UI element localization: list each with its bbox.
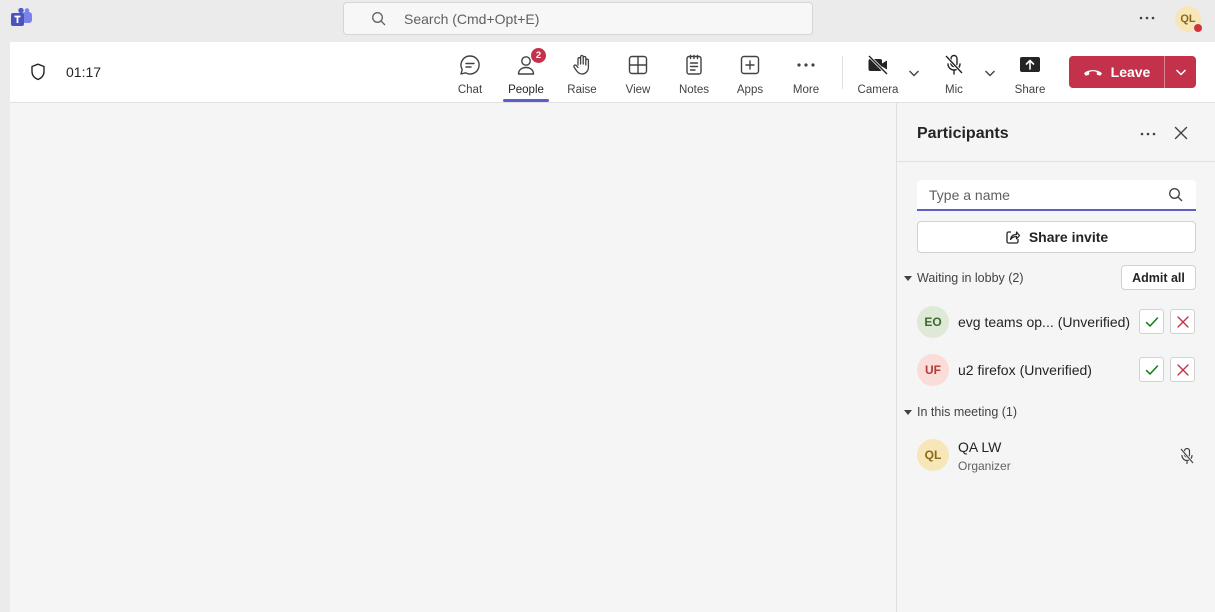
panel-more-options-button[interactable] [1137,127,1159,141]
shield-icon[interactable] [30,63,46,81]
participants-panel-header: Participants [897,103,1215,162]
more-horizontal-icon [1139,16,1155,20]
apps-button[interactable]: Apps [722,50,778,100]
meeting-toolbar: 01:17 Chat 2 People Raise View Notes App… [10,42,1215,103]
participant-search-box [917,180,1196,211]
lobby-section-toggle[interactable]: Waiting in lobby (2) [904,271,1024,285]
user-avatar[interactable]: QL [1175,6,1203,33]
meeting-timer: 01:17 [66,64,102,80]
global-search-box[interactable]: Search (Cmd+Opt+E) [343,2,813,35]
share-label: Share [1014,84,1046,96]
title-more-options-button[interactable] [1136,10,1158,26]
participant-role: Organizer [958,459,1011,473]
grid-view-icon [628,55,648,75]
presence-busy-dot [1193,23,1203,33]
in-meeting-section-toggle[interactable]: In this meeting (1) [904,405,1017,419]
people-icon-wrap: 2 [514,48,546,77]
participant-avatar: EO [917,306,949,338]
hand-icon [573,54,590,75]
mic-off-icon [944,54,964,75]
people-active-indicator [503,99,549,102]
close-icon[interactable] [1173,125,1189,141]
leave-button[interactable]: Leave [1069,56,1164,88]
chevron-down-icon [1175,69,1186,76]
mic-off-icon [1180,447,1194,465]
panel-title: Participants [917,125,1009,142]
collapse-caret-icon [904,409,912,415]
camera-options-chevron-icon[interactable] [907,66,921,80]
more-button[interactable]: More [778,50,834,100]
view-label: View [625,84,651,96]
lobby-participant-row[interactable]: UF u2 firefox (Unverified) [917,350,1196,390]
deny-button[interactable] [1170,357,1195,382]
leave-options-button[interactable] [1165,56,1196,88]
lobby-participant-row[interactable]: EO evg teams op... (Unverified) [917,302,1196,342]
search-icon [372,12,386,26]
participant-name: evg teams op... (Unverified) [958,314,1130,330]
chat-label: Chat [457,84,483,96]
participant-name: u2 firefox (Unverified) [958,362,1092,378]
camera-button[interactable]: Camera [850,50,906,100]
share-icon [1006,231,1020,244]
admit-button[interactable] [1139,309,1164,334]
participant-search-input[interactable] [929,186,1159,204]
in-meeting-section-title: In this meeting (1) [917,405,1018,419]
raise-hand-button[interactable]: Raise [554,50,610,100]
notes-label: Notes [678,84,710,96]
raise-label: Raise [567,84,597,96]
more-horizontal-icon [797,63,815,67]
participant-display-name: u2 firefox [958,362,1016,378]
participant-name: QA LW [958,439,1002,455]
participants-panel: Participants Share invite [896,103,1215,612]
collapse-caret-icon [904,275,912,281]
toolbar-divider [842,56,843,89]
teams-logo-icon[interactable] [11,8,33,28]
share-screen-icon [1020,57,1040,72]
chat-button[interactable]: Chat [442,50,498,100]
mic-button[interactable]: Mic [926,50,982,100]
meeting-stage [10,103,896,612]
close-icon [1176,363,1189,376]
share-button[interactable]: Share [1002,50,1058,100]
people-count-badge: 2 [531,48,546,63]
unverified-tag: (Unverified) [1019,362,1092,378]
search-icon [1169,188,1183,202]
share-invite-label: Share invite [1028,229,1109,245]
leave-label: Leave [1110,64,1151,80]
participant-avatar: UF [917,354,949,386]
apps-label: Apps [736,84,764,96]
share-invite-button[interactable]: Share invite [917,221,1196,253]
camera-label: Camera [857,84,899,96]
leave-button-group: Leave [1069,56,1196,88]
more-label: More [792,84,820,96]
global-search-placeholder: Search (Cmd+Opt+E) [404,11,540,27]
view-button[interactable]: View [610,50,666,100]
unverified-tag: (Unverified) [1057,314,1131,330]
mic-options-chevron-icon[interactable] [983,66,997,80]
mic-label: Mic [945,84,963,96]
checkmark-icon [1145,364,1158,375]
user-initials: QL [1180,13,1196,25]
close-icon [1176,315,1189,328]
camera-off-icon [867,54,889,76]
more-horizontal-icon [1140,132,1156,136]
hang-up-phone-icon [1083,70,1102,76]
notes-icon [686,54,702,75]
admit-button[interactable] [1139,357,1164,382]
meeting-participant-row[interactable]: QL QA LW Organizer [917,435,1196,477]
notes-button[interactable]: Notes [666,50,722,100]
meeting-window: 01:17 Chat 2 People Raise View Notes App… [10,42,1215,612]
deny-button[interactable] [1170,309,1195,334]
people-button[interactable]: 2 People [498,48,554,102]
lobby-section-title: Waiting in lobby (2) [917,271,1024,285]
checkmark-icon [1145,316,1158,327]
people-label: People [508,84,544,96]
participant-display-name: evg teams op... [958,314,1054,330]
admit-all-button[interactable]: Admit all [1121,265,1196,290]
add-app-icon [740,55,760,75]
participant-avatar: QL [917,439,949,471]
title-bar: Search (Cmd+Opt+E) QL [0,0,1215,42]
chat-icon [460,55,480,75]
